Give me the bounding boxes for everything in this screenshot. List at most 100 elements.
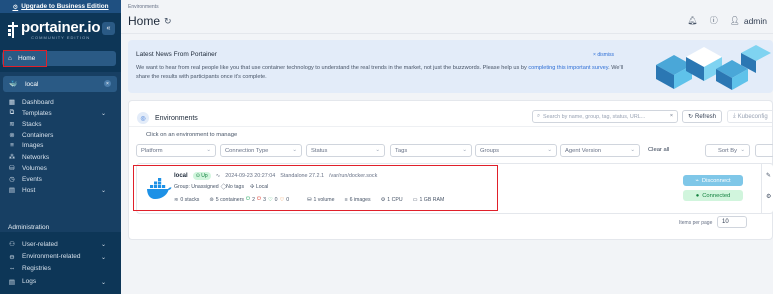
edit-icon[interactable]: ✎ [766, 172, 771, 179]
sidebar-item-label: Environment-related [22, 253, 81, 260]
page-title: Home ↻ [128, 14, 172, 28]
sidebar-item-containers[interactable]: ⊚ Containers [8, 131, 54, 140]
environments-title: ◎ Environments [137, 112, 198, 124]
search-icon: ⌕ [537, 113, 541, 119]
portainer-logo-icon [8, 22, 18, 38]
chevron-down-icon[interactable]: ⌄ [101, 254, 106, 261]
disconnect-button[interactable]: ⌁ Disconnect [683, 175, 743, 186]
sidebar: ⚙ Upgrade to Business Edition portainer.… [0, 0, 121, 294]
app-root: ⚙ Upgrade to Business Edition portainer.… [0, 0, 773, 294]
environment-name: local [25, 80, 39, 88]
search-placeholder: Search by name, group, tag, status, URL.… [543, 113, 646, 120]
administration-heading: Administration [8, 224, 50, 231]
username: admin [743, 15, 767, 26]
chevron-down-icon: ⌄ [292, 147, 297, 153]
brand-name: portainer.io [21, 19, 101, 36]
row-actions: ✎ ⚙ [761, 163, 773, 214]
sidebar-item-environment-related[interactable]: ⊖ Environment-related [8, 253, 81, 261]
items-per-page-select[interactable]: 10 [717, 216, 747, 228]
sort-direction-toggle[interactable] [755, 144, 773, 157]
volumes-icon: ⛁ [9, 165, 15, 172]
environment-selector[interactable]: 🐳 local × [3, 76, 117, 92]
items-per-page-label: Items per page [679, 220, 713, 226]
containers-icon: ⊚ [9, 132, 15, 139]
refresh-icon[interactable]: ↻ [164, 16, 172, 27]
chevron-down-icon: ⌄ [375, 147, 380, 153]
dismiss-button[interactable]: dismiss [593, 52, 614, 58]
chevron-down-icon: ⌄ [206, 147, 211, 153]
filter-platform[interactable]: Platform ⌄ [136, 144, 216, 157]
upgrade-label: Upgrade to Business Edition [21, 3, 109, 10]
sidebar-item-label: Host [22, 186, 36, 194]
clear-all-button[interactable]: Clear all [648, 147, 669, 153]
filter-groups[interactable]: Groups ⌄ [475, 144, 557, 157]
survey-link[interactable]: completing this important survey [528, 65, 608, 71]
chevron-down-icon[interactable]: ⌄ [101, 110, 106, 117]
filter-agent-version[interactable]: Agent Version ⌄ [560, 144, 640, 157]
dashboard-icon: ▦ [8, 99, 16, 106]
sidebar-item-host[interactable]: ▤ Host [8, 186, 36, 195]
sidebar-item-label: Images [22, 142, 44, 149]
refresh-icon: ↻ [687, 114, 693, 120]
chevron-down-icon[interactable]: ⌄ [101, 279, 106, 286]
home-highlight-box [3, 50, 47, 67]
sidebar-item-dashboard[interactable]: ▦ Dashboard [8, 98, 54, 107]
nav-icon: ⇔ [8, 265, 16, 272]
upgrade-link[interactable]: ⚙ Upgrade to Business Edition [0, 0, 121, 13]
download-icon: ⤓ [733, 113, 736, 119]
breadcrumb[interactable]: Environments [128, 4, 159, 10]
news-heading: Latest News From Portainer [136, 51, 217, 58]
chevron-down-icon[interactable]: ⌄ [101, 187, 106, 194]
search-input[interactable]: ⌕ Search by name, group, tag, status, UR… [532, 110, 678, 123]
gear-icon: ⚙ [12, 3, 19, 11]
chevron-down-icon: ⌄ [462, 147, 467, 153]
sidebar-item-label: Templates [22, 109, 52, 117]
sidebar-item-user-related[interactable]: ⚇ User-related [8, 240, 58, 249]
filter-connection-type[interactable]: Connection Type ⌄ [220, 144, 302, 157]
clear-search-icon[interactable]: × [670, 113, 673, 119]
sidebar-item-volumes[interactable]: ⛁ Volumes [8, 164, 47, 173]
sidebar-item-label: Stacks [22, 120, 42, 128]
chevron-down-icon: ⌄ [547, 147, 552, 153]
images-icon: ≡ [10, 142, 14, 149]
collapse-sidebar-button[interactable]: « [102, 22, 115, 35]
sidebar-item-logs[interactable]: ▤ Logs [8, 278, 36, 286]
filter-tags[interactable]: Tags ⌄ [390, 144, 472, 157]
sidebar-item-registries[interactable]: ⇔ Registries [8, 265, 51, 272]
sidebar-item-events[interactable]: ◷ Events [8, 175, 42, 184]
settings-icon[interactable]: ⚙ [766, 193, 771, 200]
stacks-icon: ≋ [9, 121, 15, 128]
sidebar-item-label: Containers [22, 131, 54, 139]
templates-icon: ⧉ [9, 109, 15, 116]
top-actions: 🔔︎ ⓘ 👤︎ admin [688, 15, 767, 26]
refresh-button[interactable]: ↻ Refresh [682, 110, 722, 123]
filter-status[interactable]: Status ⌄ [306, 144, 385, 157]
header-divider [121, 33, 773, 34]
environments-icon: ◎ [137, 112, 149, 124]
sort-by-select[interactable]: Sort By ⌄ [705, 144, 750, 157]
sidebar-item-label: Networks [22, 153, 50, 161]
sidebar-item-templates[interactable]: ⧉ Templates [8, 109, 52, 117]
sidebar-item-label: Events [22, 175, 42, 183]
user-icon: 👤︎ [729, 16, 740, 25]
dot-icon: ● [695, 192, 700, 199]
environment-highlight-box [133, 165, 498, 211]
chevron-down-icon[interactable]: ⌄ [101, 241, 106, 248]
kubeconfig-button[interactable]: ⤓ Kubeconfig [727, 110, 773, 123]
environment-nav: 🐳 local × ▦ Dashboard ⧉ Templates ⌄ ≋ Stacks ⊚ C… [0, 72, 121, 232]
user-menu[interactable]: 👤︎ admin [730, 16, 767, 26]
news-illustration [656, 45, 771, 90]
bell-icon[interactable]: 🔔︎ [688, 16, 698, 25]
nav-icon: ⚇ [9, 241, 15, 248]
help-icon[interactable]: ⓘ [710, 15, 718, 26]
sidebar-item-images[interactable]: ≡ Images [8, 142, 43, 149]
connected-badge: ● Connected [683, 190, 743, 201]
chevron-down-icon: ⌄ [740, 147, 745, 153]
sidebar-item-networks[interactable]: ⁂ Networks [8, 153, 50, 162]
host-icon: ▤ [8, 187, 16, 194]
close-environment-icon[interactable]: × [104, 80, 111, 87]
sidebar-item-label: User-related [22, 240, 58, 248]
sidebar-item-stacks[interactable]: ≋ Stacks [8, 120, 42, 129]
chevron-down-icon: ⌄ [630, 147, 635, 153]
manage-hint: Click on an environment to manage [146, 132, 238, 138]
